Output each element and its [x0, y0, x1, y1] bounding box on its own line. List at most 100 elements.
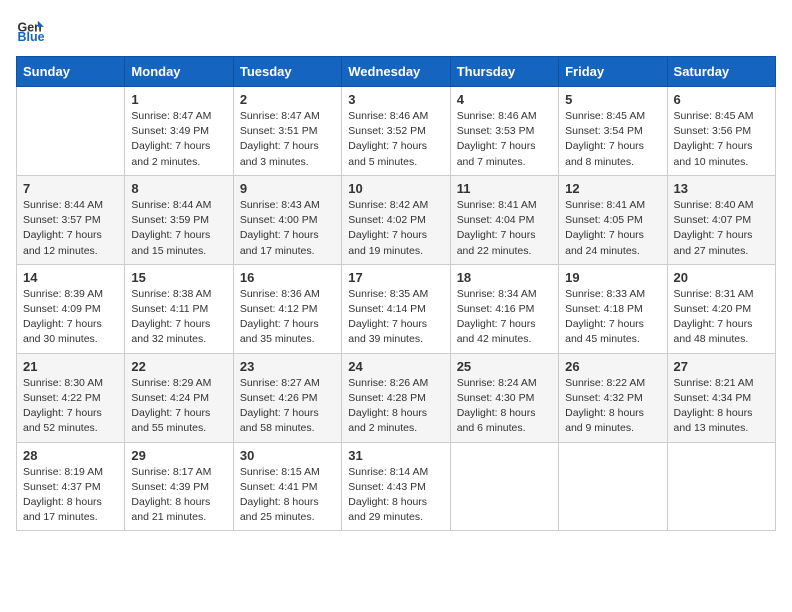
day-number: 6: [674, 92, 769, 107]
page-container: Gen Blue SundayMondayTuesdayWednesdayThu…: [16, 16, 776, 531]
day-number: 5: [565, 92, 660, 107]
day-info: Sunrise: 8:31 AMSunset: 4:20 PMDaylight:…: [674, 287, 769, 348]
day-info: Sunrise: 8:26 AMSunset: 4:28 PMDaylight:…: [348, 376, 443, 437]
day-info: Sunrise: 8:38 AMSunset: 4:11 PMDaylight:…: [131, 287, 226, 348]
calendar-cell: 6 Sunrise: 8:45 AMSunset: 3:56 PMDaylight…: [667, 87, 775, 176]
weekday-friday: Friday: [559, 57, 667, 87]
day-number: 28: [23, 448, 118, 463]
day-number: 30: [240, 448, 335, 463]
day-info: Sunrise: 8:44 AMSunset: 3:59 PMDaylight:…: [131, 198, 226, 259]
weekday-thursday: Thursday: [450, 57, 558, 87]
day-number: 15: [131, 270, 226, 285]
svg-text:Blue: Blue: [18, 30, 44, 44]
calendar-cell: [667, 442, 775, 531]
calendar-cell: [17, 87, 125, 176]
day-number: 11: [457, 181, 552, 196]
day-number: 26: [565, 359, 660, 374]
day-number: 22: [131, 359, 226, 374]
day-number: 21: [23, 359, 118, 374]
calendar-cell: 4Sunrise: 8:46 AMSunset: 3:53 PMDaylight…: [450, 87, 558, 176]
calendar-cell: 16Sunrise: 8:36 AMSunset: 4:12 PMDayligh…: [233, 264, 341, 353]
day-info: Sunrise: 8:43 AMSunset: 4:00 PMDaylight:…: [240, 198, 335, 259]
day-info: Sunrise: 8:22 AMSunset: 4:32 PMDaylight:…: [565, 376, 660, 437]
day-number: 10: [348, 181, 443, 196]
day-info: Sunrise: 8:29 AMSunset: 4:24 PMDaylight:…: [131, 376, 226, 437]
calendar-cell: [450, 442, 558, 531]
calendar-cell: 18 Sunrise: 8:34 AMSunset: 4:16 PMDayligh…: [450, 264, 558, 353]
calendar-cell: 2 Sunrise: 8:47 AMSunset: 3:51 PMDaylight…: [233, 87, 341, 176]
day-number: 29: [131, 448, 226, 463]
calendar-cell: 5 Sunrise: 8:45 AMSunset: 3:54 PMDaylight…: [559, 87, 667, 176]
calendar-cell: 10 Sunrise: 8:42 AMSunset: 4:02 PMDayligh…: [342, 175, 450, 264]
day-info: Sunrise: 8:33 AMSunset: 4:18 PMDaylight:…: [565, 287, 660, 348]
day-number: 17: [348, 270, 443, 285]
calendar-week-3: 21 Sunrise: 8:30 AMSunset: 4:22 PMDayligh…: [17, 353, 776, 442]
calendar-cell: 25Sunrise: 8:24 AMSunset: 4:30 PMDayligh…: [450, 353, 558, 442]
calendar-week-0: 1Sunrise: 8:47 AMSunset: 3:49 PMDaylight…: [17, 87, 776, 176]
calendar-cell: 7Sunrise: 8:44 AMSunset: 3:57 PMDaylight…: [17, 175, 125, 264]
calendar-header: SundayMondayTuesdayWednesdayThursdayFrid…: [17, 57, 776, 87]
day-info: Sunrise: 8:34 AMSunset: 4:16 PMDaylight:…: [457, 287, 552, 348]
calendar-cell: 19 Sunrise: 8:33 AMSunset: 4:18 PMDayligh…: [559, 264, 667, 353]
calendar-cell: 20 Sunrise: 8:31 AMSunset: 4:20 PMDayligh…: [667, 264, 775, 353]
day-info: Sunrise: 8:41 AMSunset: 4:04 PMDaylight:…: [457, 198, 552, 259]
day-info: Sunrise: 8:41 AMSunset: 4:05 PMDaylight:…: [565, 198, 660, 259]
weekday-header-row: SundayMondayTuesdayWednesdayThursdayFrid…: [17, 57, 776, 87]
day-number: 9: [240, 181, 335, 196]
calendar-cell: 17 Sunrise: 8:35 AMSunset: 4:14 PMDayligh…: [342, 264, 450, 353]
day-info: Sunrise: 8:45 AMSunset: 3:56 PMDaylight:…: [674, 109, 769, 170]
calendar-cell: 27 Sunrise: 8:21 AMSunset: 4:34 PMDayligh…: [667, 353, 775, 442]
day-number: 27: [674, 359, 769, 374]
calendar-cell: 21 Sunrise: 8:30 AMSunset: 4:22 PMDayligh…: [17, 353, 125, 442]
day-number: 20: [674, 270, 769, 285]
header: Gen Blue: [16, 16, 776, 44]
calendar-cell: [559, 442, 667, 531]
calendar-week-2: 14 Sunrise: 8:39 AMSunset: 4:09 PMDayligh…: [17, 264, 776, 353]
calendar-cell: 13 Sunrise: 8:40 AMSunset: 4:07 PMDayligh…: [667, 175, 775, 264]
day-number: 3: [348, 92, 443, 107]
day-info: Sunrise: 8:27 AMSunset: 4:26 PMDaylight:…: [240, 376, 335, 437]
day-info: Sunrise: 8:17 AMSunset: 4:39 PMDaylight:…: [131, 465, 226, 526]
calendar-cell: 9 Sunrise: 8:43 AMSunset: 4:00 PMDaylight…: [233, 175, 341, 264]
day-info: Sunrise: 8:15 AMSunset: 4:41 PMDaylight:…: [240, 465, 335, 526]
calendar-cell: 15 Sunrise: 8:38 AMSunset: 4:11 PMDayligh…: [125, 264, 233, 353]
calendar-table: SundayMondayTuesdayWednesdayThursdayFrid…: [16, 56, 776, 531]
calendar-cell: 22 Sunrise: 8:29 AMSunset: 4:24 PMDayligh…: [125, 353, 233, 442]
day-number: 13: [674, 181, 769, 196]
day-number: 12: [565, 181, 660, 196]
day-info: Sunrise: 8:35 AMSunset: 4:14 PMDaylight:…: [348, 287, 443, 348]
calendar-cell: 1Sunrise: 8:47 AMSunset: 3:49 PMDaylight…: [125, 87, 233, 176]
day-number: 14: [23, 270, 118, 285]
calendar-body: 1Sunrise: 8:47 AMSunset: 3:49 PMDaylight…: [17, 87, 776, 531]
day-number: 1: [131, 92, 226, 107]
calendar-cell: 29 Sunrise: 8:17 AMSunset: 4:39 PMDayligh…: [125, 442, 233, 531]
calendar-cell: 26 Sunrise: 8:22 AMSunset: 4:32 PMDayligh…: [559, 353, 667, 442]
weekday-saturday: Saturday: [667, 57, 775, 87]
day-info: Sunrise: 8:45 AMSunset: 3:54 PMDaylight:…: [565, 109, 660, 170]
weekday-wednesday: Wednesday: [342, 57, 450, 87]
day-info: Sunrise: 8:40 AMSunset: 4:07 PMDaylight:…: [674, 198, 769, 259]
day-number: 18: [457, 270, 552, 285]
day-info: Sunrise: 8:30 AMSunset: 4:22 PMDaylight:…: [23, 376, 118, 437]
day-info: Sunrise: 8:42 AMSunset: 4:02 PMDaylight:…: [348, 198, 443, 259]
day-number: 2: [240, 92, 335, 107]
day-info: Sunrise: 8:39 AMSunset: 4:09 PMDaylight:…: [23, 287, 118, 348]
day-info: Sunrise: 8:47 AMSunset: 3:51 PMDaylight:…: [240, 109, 335, 170]
day-number: 24: [348, 359, 443, 374]
logo: Gen Blue: [16, 16, 48, 44]
weekday-monday: Monday: [125, 57, 233, 87]
logo-icon: Gen Blue: [16, 16, 44, 44]
calendar-cell: 3 Sunrise: 8:46 AMSunset: 3:52 PMDaylight…: [342, 87, 450, 176]
day-number: 31: [348, 448, 443, 463]
day-info: Sunrise: 8:21 AMSunset: 4:34 PMDaylight:…: [674, 376, 769, 437]
day-number: 19: [565, 270, 660, 285]
calendar-cell: 8 Sunrise: 8:44 AMSunset: 3:59 PMDaylight…: [125, 175, 233, 264]
day-info: Sunrise: 8:14 AMSunset: 4:43 PMDaylight:…: [348, 465, 443, 526]
calendar-week-4: 28 Sunrise: 8:19 AMSunset: 4:37 PMDayligh…: [17, 442, 776, 531]
weekday-tuesday: Tuesday: [233, 57, 341, 87]
day-number: 8: [131, 181, 226, 196]
day-info: Sunrise: 8:46 AMSunset: 3:52 PMDaylight:…: [348, 109, 443, 170]
day-info: Sunrise: 8:19 AMSunset: 4:37 PMDaylight:…: [23, 465, 118, 526]
calendar-cell: 14 Sunrise: 8:39 AMSunset: 4:09 PMDayligh…: [17, 264, 125, 353]
day-info: Sunrise: 8:36 AMSunset: 4:12 PMDaylight:…: [240, 287, 335, 348]
